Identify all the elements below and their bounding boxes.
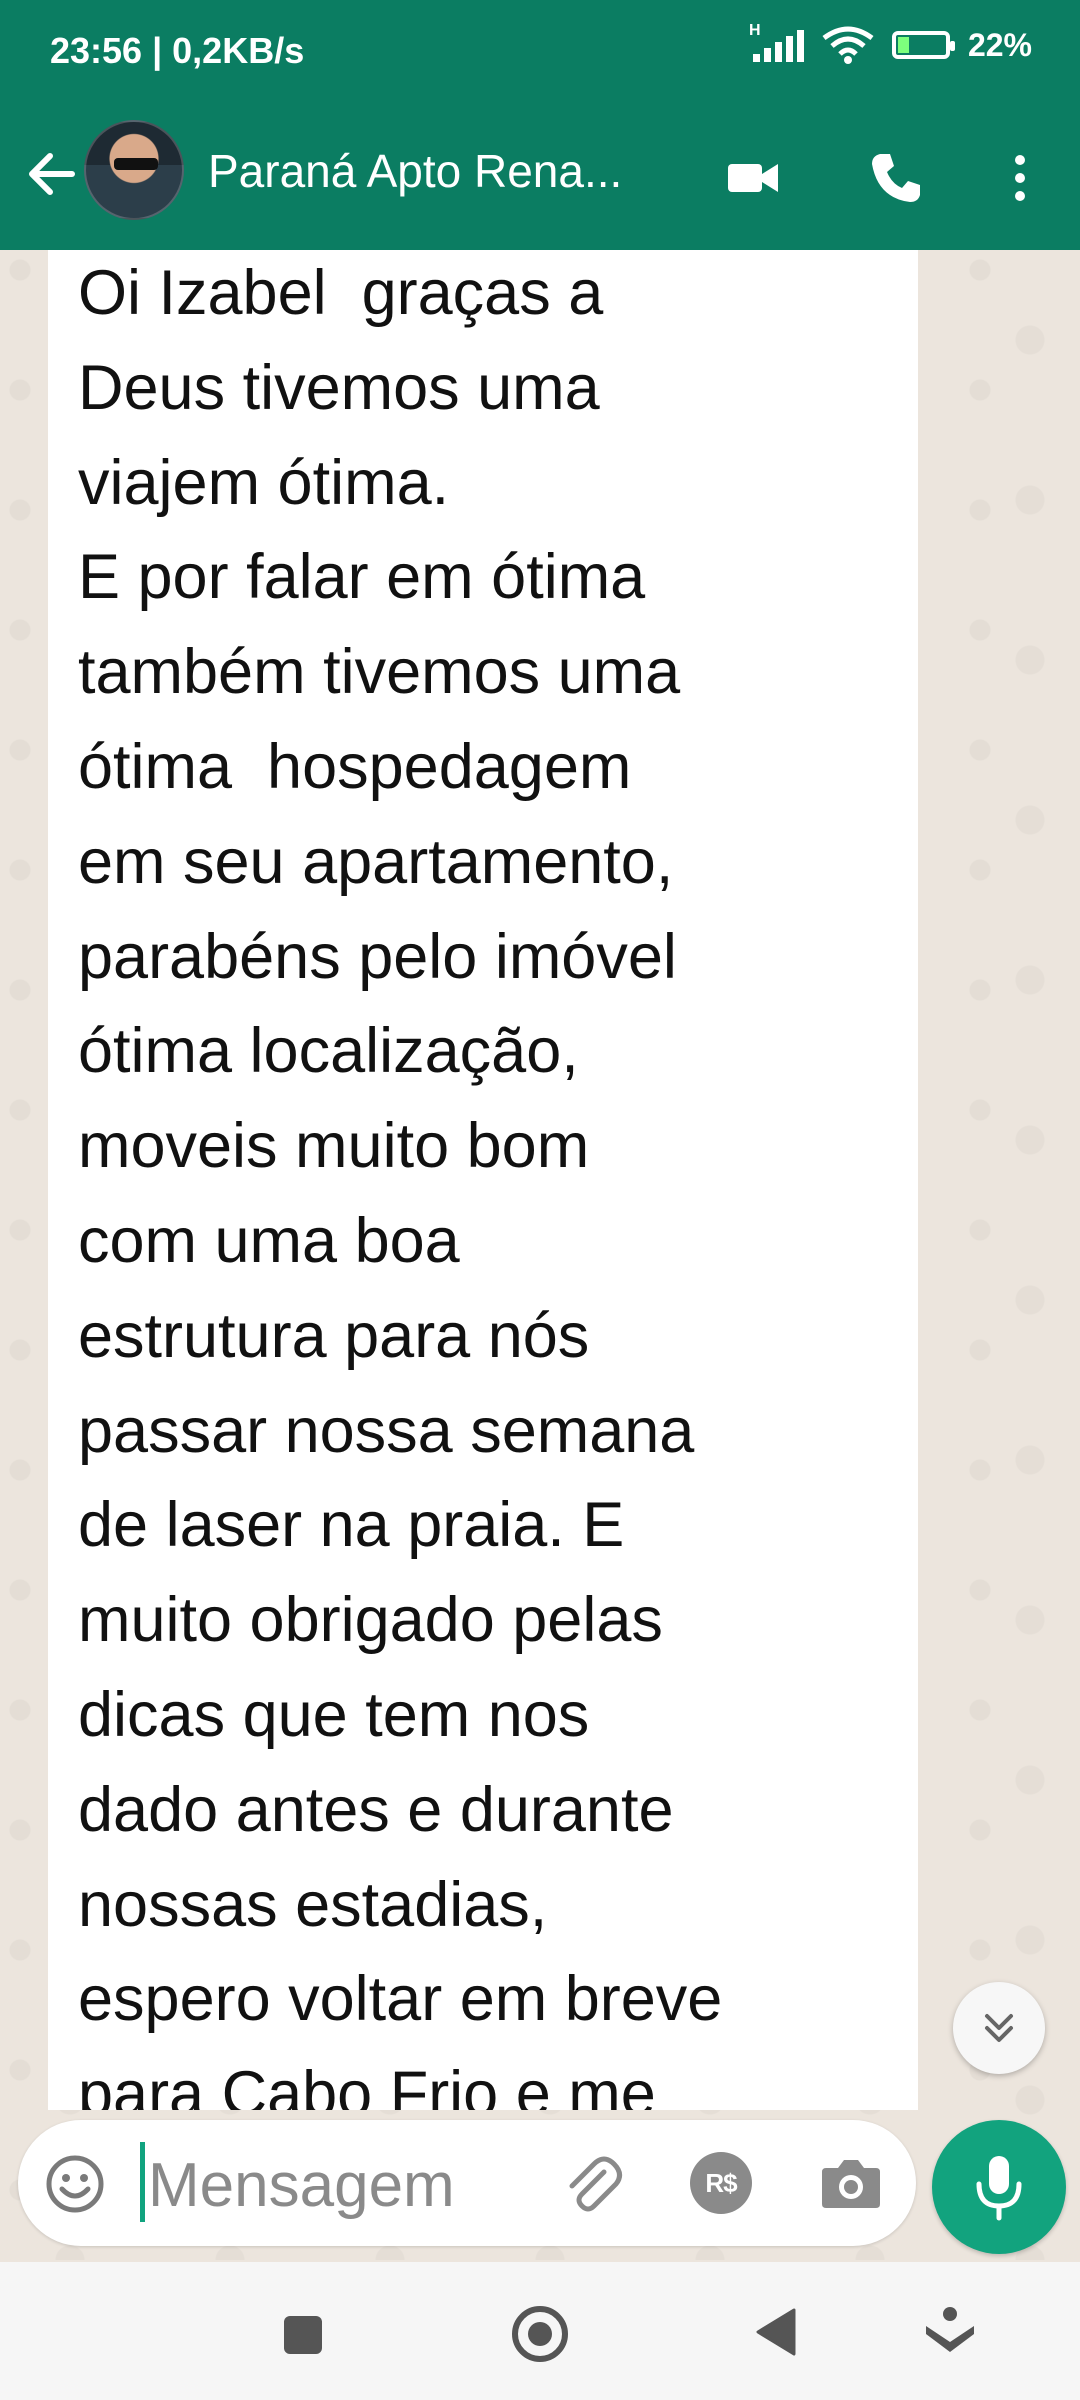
more-vert-icon[interactable] <box>990 148 1050 208</box>
message-line: ótima hospedagem <box>78 731 632 802</box>
status-icons: H 22% <box>749 22 1032 64</box>
message-line: dicas que tem nos <box>78 1679 590 1750</box>
message-line: nossas estadias, <box>78 1869 548 1940</box>
payment-button[interactable]: R$ <box>690 2152 752 2214</box>
status-bar: 23:56 | 0,2KB/s H 22% <box>0 0 1080 104</box>
message-input[interactable]: Mensagem <box>148 2150 455 2221</box>
system-nav-bar <box>0 2262 1080 2400</box>
message-line: Oi Izabel graças a <box>78 258 604 328</box>
avatar[interactable] <box>84 120 184 220</box>
emoji-icon[interactable] <box>44 2153 106 2215</box>
assistant-icon[interactable] <box>922 2304 978 2360</box>
attach-icon[interactable] <box>558 2150 626 2218</box>
message-line: Deus tivemos uma <box>78 352 600 423</box>
message-bubble[interactable]: Oi Izabel graças a Deus tivemos uma viajem… <box>48 250 918 2110</box>
message-line: para Cabo Frio e me <box>78 2059 656 2110</box>
message-text: Oi Izabel graças a Deus tivemos uma viajem… <box>48 250 722 2110</box>
phone-icon[interactable] <box>866 148 926 208</box>
scroll-down-button[interactable] <box>953 1982 1045 2074</box>
message-line: muito obrigado pelas <box>78 1585 663 1656</box>
back-icon[interactable] <box>752 2306 798 2358</box>
message-line: ótima localização, <box>78 1016 579 1087</box>
microphone-icon <box>976 2156 1022 2221</box>
recents-icon[interactable] <box>284 2316 322 2354</box>
network-type: H <box>748 22 761 39</box>
double-chevron-down-icon <box>985 2014 1013 2042</box>
chat-header: Paraná Apto Rena... <box>0 104 1080 250</box>
message-line: E por falar em ótima <box>78 542 646 613</box>
message-line: viajem ótima. <box>78 447 450 518</box>
message-line: de laser na praia. E <box>78 1490 625 1561</box>
signal-icon: H <box>749 22 804 62</box>
message-line: em seu apartamento, <box>78 826 674 897</box>
message-line: com uma boa <box>78 1205 460 1276</box>
home-icon[interactable] <box>510 2304 570 2364</box>
camera-icon[interactable] <box>818 2152 884 2214</box>
status-time: 23:56 | 0,2KB/s <box>50 30 305 71</box>
battery-percent: 22% <box>967 26 1032 63</box>
message-line: dado antes e durante <box>78 1774 674 1845</box>
wifi-icon <box>822 26 874 64</box>
message-line: parabéns pelo imóvel <box>78 921 677 992</box>
message-line: espero voltar em breve <box>78 1964 723 2035</box>
video-call-icon[interactable] <box>722 148 782 208</box>
mic-button[interactable] <box>932 2120 1066 2254</box>
message-line: passar nossa semana <box>78 1395 695 1466</box>
message-line: estrutura para nós <box>78 1300 590 1371</box>
battery-icon <box>891 31 955 59</box>
contact-name[interactable]: Paraná Apto Rena... <box>208 144 622 198</box>
message-line: também tivemos uma <box>78 637 681 708</box>
message-composer: Mensagem R$ <box>18 2120 916 2246</box>
text-caret <box>140 2142 145 2222</box>
back-arrow-icon[interactable] <box>22 144 82 204</box>
message-line: moveis muito bom <box>78 1111 590 1182</box>
